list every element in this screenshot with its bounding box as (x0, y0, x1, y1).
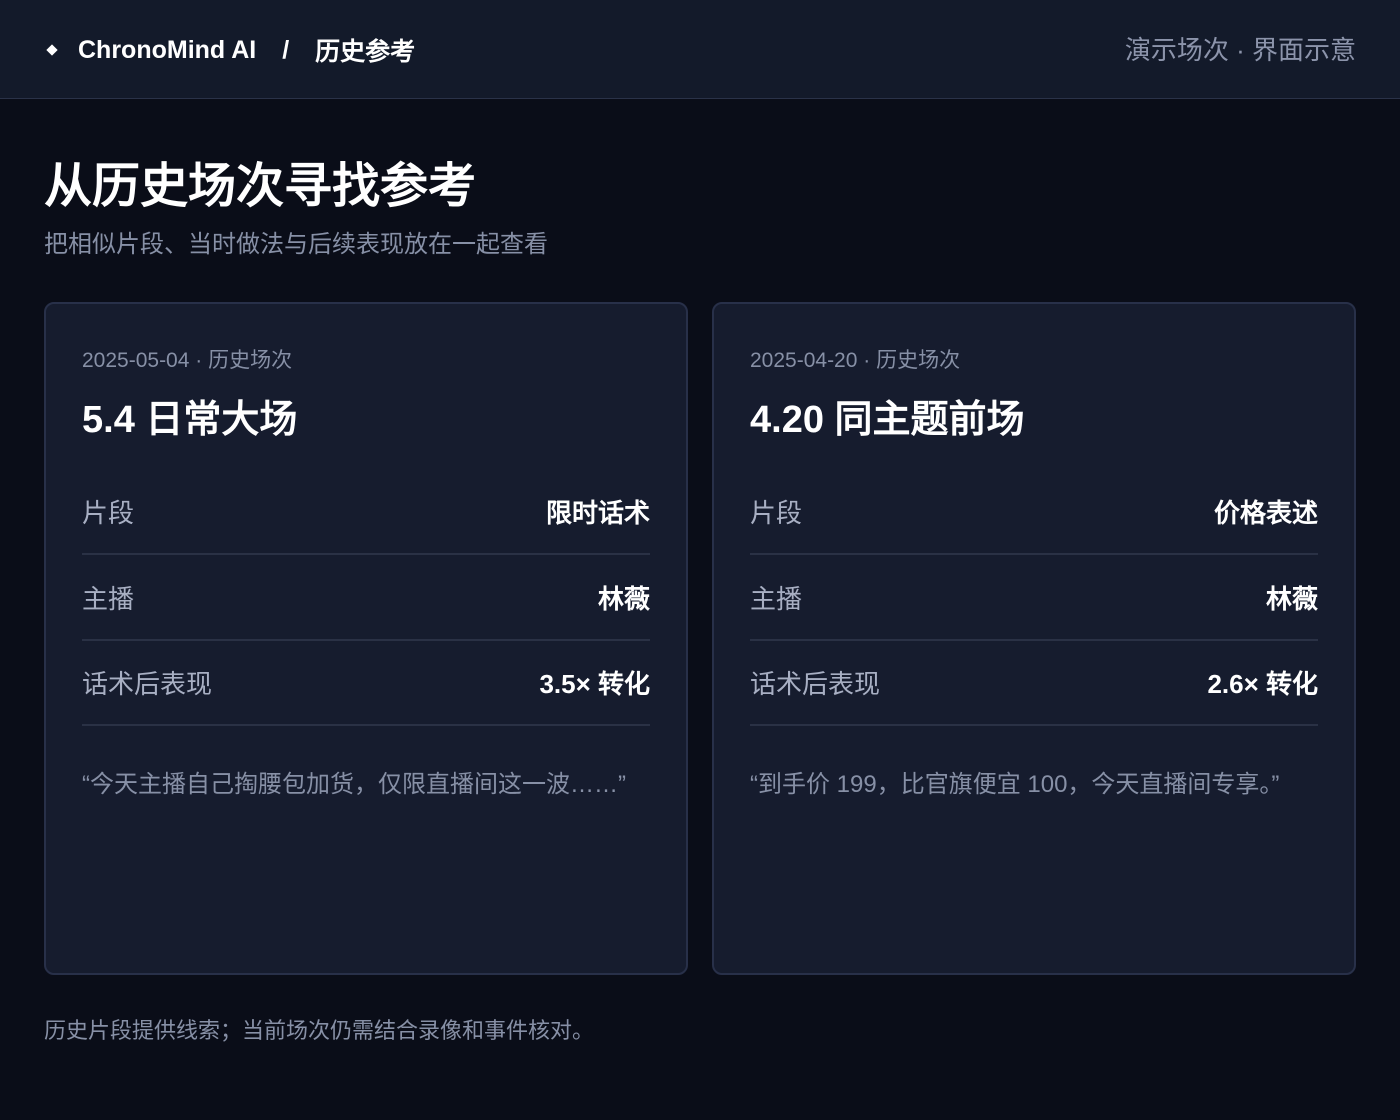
segment-value: 价格表述 (1213, 497, 1318, 528)
diamond-icon (46, 44, 58, 56)
breadcrumb-separator: / (282, 35, 290, 64)
performance-label: 话术后表现 (750, 669, 881, 699)
performance-value: 2.6× 转化 (1207, 669, 1318, 699)
segment-label: 片段 (750, 497, 803, 528)
segment-label: 片段 (82, 497, 135, 528)
app-name[interactable]: ChronoMind AI (78, 36, 256, 65)
host-value: 林薇 (597, 583, 650, 614)
session-title: 5.4 日常大场 (82, 399, 298, 441)
host-value: 林薇 (1265, 583, 1318, 614)
segment-row: 片段 价格表述 (750, 469, 1318, 555)
page-title: 从历史场次寻找参考 (44, 160, 477, 213)
demo-notice: 演示场次 · 界面示意 (1124, 35, 1356, 65)
session-meta: 2025-05-04 · 历史场次 (82, 349, 293, 372)
performance-value: 3.5× 转化 (539, 669, 650, 699)
top-bar: ChronoMind AI / 历史参考 演示场次 · 界面示意 (0, 0, 1400, 99)
performance-row: 话术后表现 3.5× 转化 (82, 641, 650, 726)
segment-row: 片段 限时话术 (82, 469, 650, 555)
history-session-card[interactable]: 2025-04-20 · 历史场次 4.20 同主题前场 片段 价格表述 主播 … (712, 302, 1356, 975)
breadcrumb: ChronoMind AI / 历史参考 (44, 30, 415, 70)
session-meta: 2025-04-20 · 历史场次 (750, 349, 961, 372)
host-row: 主播 林薇 (82, 555, 650, 641)
script-quote: “到手价 199，比官旗便宜 100，今天直播间专享。” (750, 771, 1280, 798)
performance-label: 话术后表现 (82, 669, 213, 699)
footer-note: 历史片段提供线索；当前场次仍需结合录像和事件核对。 (44, 1018, 595, 1043)
session-title: 4.20 同主题前场 (750, 399, 1025, 441)
host-label: 主播 (750, 583, 803, 614)
performance-row: 话术后表现 2.6× 转化 (750, 641, 1318, 726)
segment-value: 限时话术 (545, 497, 650, 528)
script-quote: “今天主播自己掏腰包加货，仅限直播间这一波……” (82, 771, 626, 798)
breadcrumb-current: 历史参考 (315, 38, 416, 66)
history-session-card[interactable]: 2025-05-04 · 历史场次 5.4 日常大场 片段 限时话术 主播 林薇… (44, 302, 688, 975)
host-row: 主播 林薇 (750, 555, 1318, 641)
host-label: 主播 (82, 583, 135, 614)
page-subtitle: 把相似片段、当时做法与后续表现放在一起查看 (44, 231, 548, 258)
